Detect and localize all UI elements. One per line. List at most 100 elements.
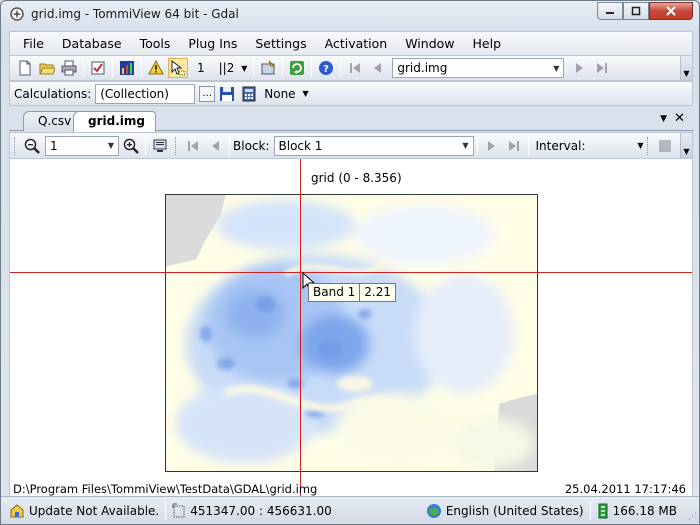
previous-block-button[interactable] bbox=[205, 136, 225, 156]
block-select[interactable]: Block 1 ▼ bbox=[273, 135, 474, 156]
close-button[interactable] bbox=[649, 2, 693, 20]
warning-button[interactable] bbox=[146, 58, 166, 78]
chevron-down-icon[interactable]: ▼ bbox=[459, 137, 473, 155]
value-tooltip: Band 1 2.21 bbox=[308, 283, 396, 302]
checklist-icon bbox=[91, 61, 105, 75]
globe-icon bbox=[426, 503, 441, 518]
toolbar-grip[interactable] bbox=[175, 136, 179, 155]
first-record-button[interactable] bbox=[345, 58, 365, 78]
chart-button[interactable] bbox=[117, 58, 137, 78]
screen-settings-button[interactable] bbox=[150, 136, 170, 156]
raster-image[interactable] bbox=[165, 194, 538, 472]
view-toolbar: 1 ▼ Block: Block 1 ▼ Interval: ▼ ▼ bbox=[9, 132, 693, 159]
interval-dropdown-button[interactable]: ▼ bbox=[636, 136, 646, 156]
toolbar-separator bbox=[145, 136, 146, 155]
properties-button[interactable] bbox=[258, 58, 278, 78]
next-record-button[interactable] bbox=[570, 58, 590, 78]
first-icon bbox=[188, 140, 198, 151]
menu-database[interactable]: Database bbox=[53, 33, 131, 55]
save-button[interactable] bbox=[217, 84, 237, 104]
toolbar-grip[interactable] bbox=[646, 136, 651, 155]
first-block-button[interactable] bbox=[183, 136, 203, 156]
stop-icon bbox=[658, 139, 671, 152]
app-icon[interactable] bbox=[9, 6, 25, 22]
previous-record-button[interactable] bbox=[367, 58, 387, 78]
tab-label: grid.img bbox=[88, 114, 145, 128]
minimize-button[interactable] bbox=[597, 2, 623, 20]
next-icon bbox=[487, 140, 495, 151]
chevron-down-icon[interactable]: ▼ bbox=[549, 59, 563, 77]
toolbar-overflow-button[interactable]: ▼ bbox=[680, 133, 692, 158]
toolbar-separator bbox=[253, 59, 255, 77]
toolbar-grip[interactable] bbox=[14, 136, 18, 155]
zoom-select[interactable]: 1 ▼ bbox=[45, 135, 119, 156]
calculations-input[interactable]: (Collection) bbox=[95, 83, 196, 104]
none-dropdown[interactable]: None bbox=[260, 87, 299, 101]
main-toolbar: 1 ||2 ▼ ? grid.img ▼ ▼ bbox=[9, 55, 693, 81]
new-file-button[interactable] bbox=[15, 58, 35, 78]
help-icon: ? bbox=[319, 61, 334, 75]
previous-icon bbox=[374, 63, 382, 73]
zoom-value: 1 bbox=[50, 138, 58, 153]
zoom-in-icon bbox=[123, 138, 139, 154]
calculations-toolbar: Calculations: (Collection) ... None ▼ bbox=[9, 81, 693, 106]
monitor-icon bbox=[153, 139, 167, 152]
menu-window[interactable]: Window bbox=[396, 33, 463, 55]
page-dropdown-button[interactable]: ▼ bbox=[239, 58, 249, 78]
image-canvas[interactable]: grid (0 - 8.356) Band 1 2.21 D:\Program … bbox=[9, 159, 693, 496]
toolbar-separator bbox=[229, 136, 230, 155]
open-folder-icon bbox=[39, 63, 55, 75]
maximize-icon bbox=[631, 6, 641, 16]
toolbar-separator bbox=[527, 136, 529, 155]
checklist-button[interactable] bbox=[88, 58, 108, 78]
app-window: grid.img - TommiView 64 bit - Gdal File … bbox=[0, 0, 700, 525]
status-bar: Update Not Available. 451347.00 : 456631… bbox=[1, 496, 699, 524]
zoom-in-button[interactable] bbox=[121, 136, 141, 156]
refresh-button[interactable] bbox=[287, 58, 307, 78]
menu-activation[interactable]: Activation bbox=[316, 33, 397, 55]
printer-icon bbox=[61, 60, 77, 76]
memory-status: 166.18 MB bbox=[591, 501, 699, 521]
last-record-button[interactable] bbox=[592, 58, 612, 78]
resize-grip-icon[interactable]: ⋰ bbox=[688, 512, 697, 522]
close-icon bbox=[666, 6, 676, 16]
block-value: Block 1 bbox=[278, 138, 323, 153]
chevron-down-icon[interactable]: ▼ bbox=[301, 84, 311, 104]
calculations-value: (Collection) bbox=[100, 86, 169, 101]
tab-grid-img[interactable]: grid.img bbox=[73, 111, 156, 132]
toolbar-overflow-button[interactable]: ▼ bbox=[680, 56, 692, 80]
calculations-label: Calculations: bbox=[14, 86, 92, 101]
toolbar-separator bbox=[141, 59, 142, 77]
tab-list-dropdown-icon[interactable]: ▼ bbox=[660, 114, 667, 124]
file-select[interactable]: grid.img ▼ bbox=[392, 58, 565, 78]
block-label: Block: bbox=[233, 138, 270, 153]
last-block-button[interactable] bbox=[504, 136, 524, 156]
help-button[interactable]: ? bbox=[316, 58, 336, 78]
stop-button[interactable] bbox=[655, 136, 675, 156]
close-tab-icon[interactable]: ✕ bbox=[674, 111, 685, 126]
coordinates-status: 451347.00 : 456631.00 bbox=[166, 501, 337, 521]
browse-button[interactable]: ... bbox=[199, 85, 216, 102]
print-button[interactable] bbox=[59, 58, 79, 78]
interval-label: Interval: bbox=[535, 138, 586, 153]
next-block-button[interactable] bbox=[482, 136, 502, 156]
open-folder-button[interactable] bbox=[37, 58, 57, 78]
update-status[interactable]: Update Not Available. bbox=[1, 501, 165, 521]
memory-icon bbox=[598, 503, 608, 518]
pointer-tool-button[interactable] bbox=[168, 58, 188, 78]
svg-text:?: ? bbox=[323, 64, 329, 75]
maximize-button[interactable] bbox=[623, 2, 649, 20]
previous-icon bbox=[212, 140, 219, 151]
title-bar[interactable]: grid.img - TommiView 64 bit - Gdal bbox=[1, 1, 699, 31]
menu-help[interactable]: Help bbox=[464, 33, 511, 55]
language-status[interactable]: English (United States) bbox=[420, 501, 590, 521]
calculator-button[interactable] bbox=[239, 84, 259, 104]
menu-bar: File Database Tools Plug Ins Settings Ac… bbox=[9, 31, 693, 55]
menu-settings[interactable]: Settings bbox=[246, 33, 315, 55]
zoom-out-button[interactable] bbox=[22, 136, 42, 156]
menu-plugins[interactable]: Plug Ins bbox=[179, 33, 246, 55]
first-icon bbox=[350, 63, 361, 73]
menu-tools[interactable]: Tools bbox=[131, 33, 180, 55]
chevron-down-icon[interactable]: ▼ bbox=[104, 137, 118, 155]
menu-file[interactable]: File bbox=[14, 33, 53, 55]
